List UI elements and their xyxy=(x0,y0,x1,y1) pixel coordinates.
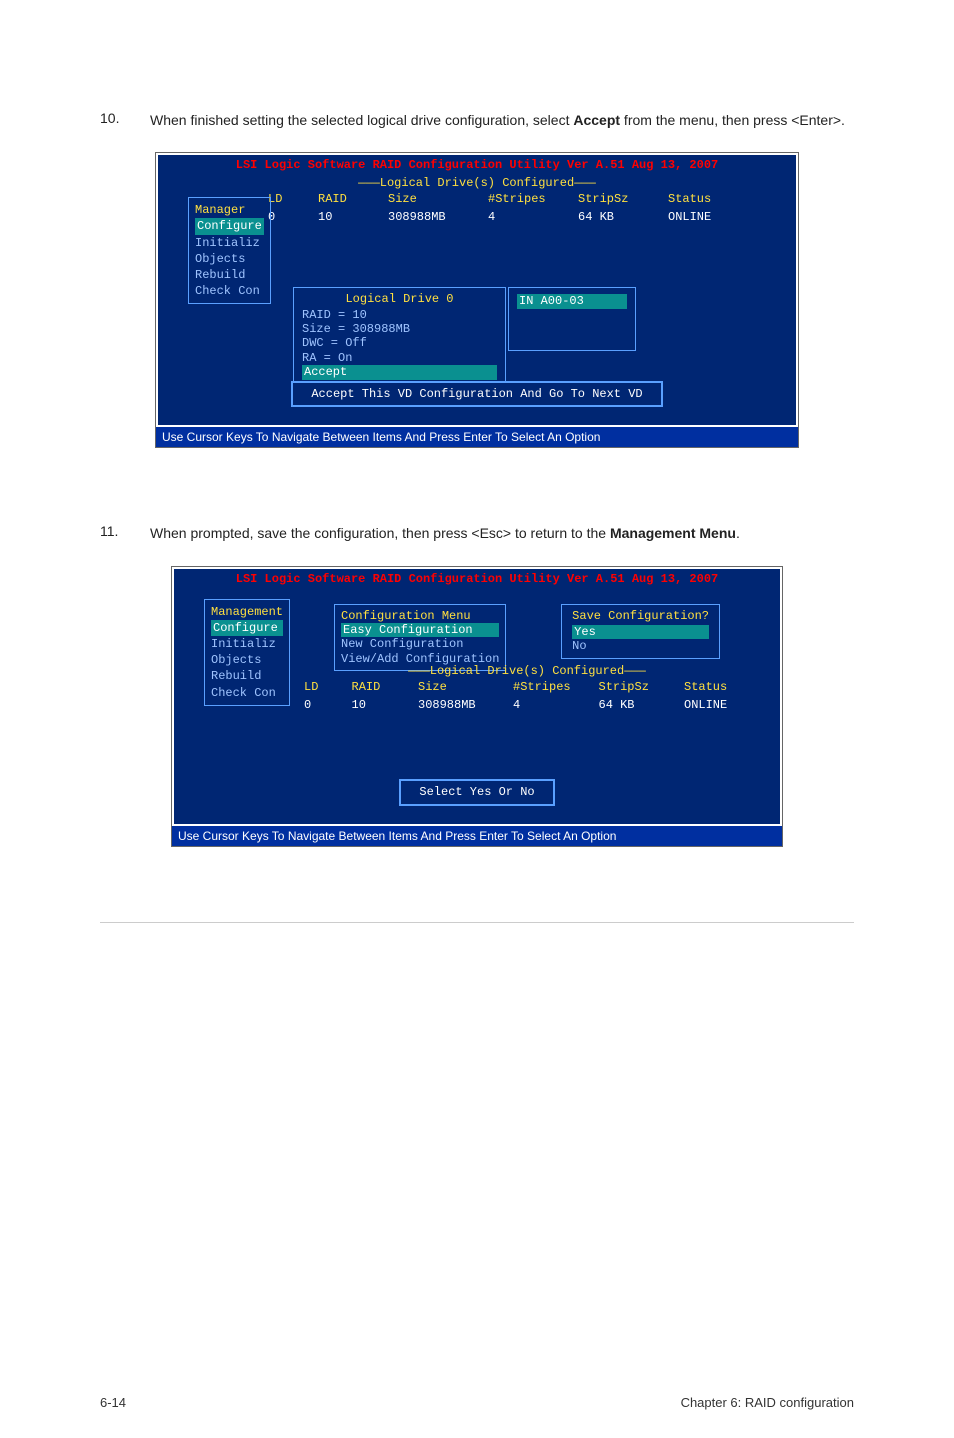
step-11: 11. When prompted, save the configuratio… xyxy=(100,523,854,543)
screenshot-2: LSI Logic Software RAID Configuration Ut… xyxy=(171,566,783,847)
list-item[interactable]: Rebuild xyxy=(211,668,283,684)
step-number: 10. xyxy=(100,110,150,130)
list-item[interactable]: Rebuild xyxy=(195,267,264,283)
list-item[interactable]: Check Con xyxy=(211,685,283,701)
grid-title: ———Logical Drive(s) Configured——— xyxy=(294,664,760,678)
list-item[interactable]: Configure xyxy=(211,620,283,636)
list-item[interactable]: Easy Configuration xyxy=(341,623,499,637)
accept-vd-bar[interactable]: Accept This VD Configuration And Go To N… xyxy=(291,381,662,407)
footer-divider xyxy=(100,922,854,923)
step-number: 11. xyxy=(100,523,150,543)
step-text: When prompted, save the configuration, t… xyxy=(150,523,740,543)
list-item[interactable]: RAID = 10 xyxy=(302,308,497,322)
list-item[interactable]: Check Con xyxy=(195,283,264,299)
management-menu[interactable]: Management Configure Initializ Objects R… xyxy=(204,599,290,706)
list-item[interactable]: DWC = Off xyxy=(302,336,497,350)
list-item[interactable]: Objects xyxy=(195,251,264,267)
status-bar: Use Cursor Keys To Navigate Between Item… xyxy=(156,427,798,447)
list-item[interactable]: Objects xyxy=(211,652,283,668)
yes-option[interactable]: Yes xyxy=(572,625,709,639)
bios-title: LSI Logic Software RAID Configuration Ut… xyxy=(158,155,796,175)
a00-box: IN A00-03 xyxy=(508,287,636,351)
management-menu[interactable]: Manager Configure Initializ Objects Rebu… xyxy=(188,197,271,304)
table-row: 0 10 308988MB 4 64 KB ONLINE xyxy=(294,696,760,714)
list-item[interactable]: RA = On xyxy=(302,351,497,365)
list-item[interactable]: Size = 308988MB xyxy=(302,322,497,336)
bios-title: LSI Logic Software RAID Configuration Ut… xyxy=(174,569,780,589)
table-header: LD RAID Size #Stripes StripSz Status xyxy=(294,678,760,696)
configuration-menu[interactable]: Configuration Menu Easy Configuration Ne… xyxy=(334,604,506,672)
save-configuration-dialog[interactable]: Save Configuration? Yes No xyxy=(561,604,720,659)
select-yes-no-bar: Select Yes Or No xyxy=(399,779,554,805)
step-text: When finished setting the selected logic… xyxy=(150,110,845,130)
list-item[interactable]: Initializ xyxy=(195,235,264,251)
no-option[interactable]: No xyxy=(572,639,709,653)
page-footer: 6-14 Chapter 6: RAID configuration xyxy=(0,1395,954,1410)
screenshot-1: LSI Logic Software RAID Configuration Ut… xyxy=(155,152,799,448)
list-item[interactable]: Manager xyxy=(195,202,264,218)
chapter-label: Chapter 6: RAID configuration xyxy=(681,1395,854,1410)
list-item[interactable]: Management xyxy=(211,604,283,620)
grid-title: ———Logical Drive(s) Configured——— xyxy=(158,176,796,190)
list-item[interactable]: Initializ xyxy=(211,636,283,652)
step-10: 10. When finished setting the selected l… xyxy=(100,110,854,130)
page-number: 6-14 xyxy=(100,1395,126,1410)
status-bar: Use Cursor Keys To Navigate Between Item… xyxy=(172,826,782,846)
list-item[interactable]: Configure xyxy=(195,218,264,234)
list-item[interactable]: New Configuration xyxy=(341,637,499,651)
